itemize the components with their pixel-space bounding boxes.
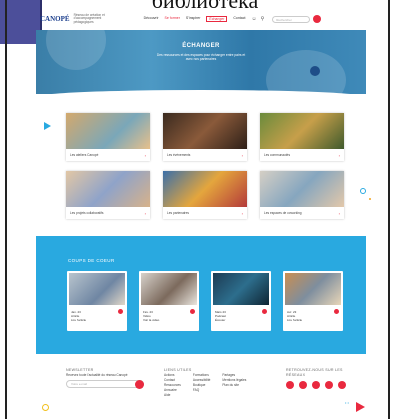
card-image (141, 273, 197, 305)
category-card[interactable]: Les partenaires › (163, 171, 247, 219)
card-label: Les partenaires (167, 211, 189, 215)
dots-decoration: • • (345, 400, 349, 405)
category-card[interactable]: Les ateliers Canopé › (66, 113, 150, 161)
card-label: Les projets collaboratifs (70, 211, 104, 215)
card-label: Les espaces de coworking (264, 211, 302, 215)
card-label: Les événements (167, 153, 191, 157)
dot-decoration (369, 198, 371, 200)
nav-item-decouvrir[interactable]: Découvrir (144, 16, 159, 22)
instagram-icon[interactable] (325, 381, 333, 389)
footer-link[interactable]: Plan du site (222, 383, 246, 388)
nav-item-contact[interactable]: Contact (233, 16, 245, 22)
twitter-icon[interactable] (299, 381, 307, 389)
footer-link[interactable]: Aide (164, 393, 181, 398)
newsletter-text: Recevez toute l'actualité du réseau Cano… (66, 373, 128, 377)
section-title: COUPS DE COEUR (68, 258, 115, 263)
youtube-icon[interactable] (312, 381, 320, 389)
card-image (66, 113, 150, 149)
card-image (66, 171, 150, 207)
nav-item-echanger[interactable]: Échanger (206, 16, 228, 22)
category-grid: Les ateliers Canopé › Les événements › Les… (66, 113, 348, 219)
links-block: LIENS UTILES Actions Contact Ressources … (164, 368, 246, 398)
card-image (213, 273, 269, 305)
featured-card[interactable]: Avr. 23 Article Lire l'article (283, 271, 343, 331)
newsletter-submit-button[interactable] (135, 380, 144, 389)
arrow-right-icon: › (241, 152, 243, 158)
category-card[interactable]: Les événements › (163, 113, 247, 161)
ring-decoration (360, 188, 366, 194)
user-icon[interactable]: ☺ (251, 16, 256, 22)
site-header: CANOPÉ Réseau de création et d'accompagn… (36, 10, 366, 28)
category-card[interactable]: Les projets collaboratifs › (66, 171, 150, 219)
category-card[interactable]: Les espaces de coworking › (260, 171, 344, 219)
card-link[interactable]: Écouter (215, 318, 267, 322)
social-title: RETROUVEZ-NOUS SUR LES RÉSEAUX (286, 368, 343, 377)
logo-subtitle: Réseau de création et d'accompagnement p… (73, 12, 105, 24)
newsletter-block: NEWSLETTER Recevez toute l'actualité du … (66, 368, 152, 389)
linkedin-icon[interactable] (338, 381, 346, 389)
hero-subtitle: Des ressources et des espaces pour échan… (156, 53, 246, 61)
card-image (285, 273, 341, 305)
featured-card[interactable]: Mars 23 Podcast Écouter (211, 271, 271, 331)
play-icon (44, 122, 51, 130)
facebook-icon[interactable] (286, 381, 294, 389)
card-image (260, 113, 344, 149)
play-icon (356, 402, 365, 412)
hero-wave (36, 90, 366, 97)
page: библиотека CANOPÉ Réseau de création et … (0, 0, 395, 419)
featured-card[interactable]: Fév. 23 Vidéo Voir la vidéo (139, 271, 199, 331)
card-image (69, 273, 125, 305)
card-image (260, 171, 344, 207)
badge-icon (190, 309, 195, 314)
right-border (388, 0, 390, 419)
coups-de-coeur-section: COUPS DE COEUR Jan. 23 Article Lire l'arti… (36, 236, 366, 354)
arrow-right-icon: › (144, 152, 146, 158)
nav-item-sinspirer[interactable]: S'inspirer (186, 16, 200, 22)
badge-icon (262, 309, 267, 314)
arrow-right-icon: › (144, 210, 146, 216)
badge-icon (118, 309, 123, 314)
site-logo[interactable]: CANOPÉ (40, 15, 70, 23)
card-image (163, 113, 247, 149)
hero-photo-shape (266, 50, 346, 94)
badge-icon (334, 309, 339, 314)
arrow-right-icon: › (338, 152, 340, 158)
hero-title: ÉCHANGER (182, 43, 220, 49)
hero-banner: ÉCHANGER Des ressources et des espaces p… (36, 30, 366, 94)
card-link[interactable]: Lire l'article (71, 318, 123, 322)
left-border (5, 0, 7, 419)
site-footer: NEWSLETTER Recevez toute l'actualité du … (36, 362, 366, 414)
featured-card[interactable]: Jan. 23 Article Lire l'article (67, 271, 127, 331)
newsletter-email-input[interactable]: Votre e-mail (66, 380, 144, 389)
footer-link[interactable]: FAQ (193, 388, 211, 393)
nav-item-se-former[interactable]: Se former (165, 16, 180, 22)
category-card[interactable]: Les communautés › (260, 113, 344, 161)
card-image (163, 171, 247, 207)
hero-photo-shape (46, 30, 106, 70)
search-button[interactable] (313, 15, 322, 23)
card-link[interactable]: Voir la vidéo (143, 318, 195, 322)
newsletter-placeholder: Votre e-mail (71, 382, 88, 386)
social-block: RETROUVEZ-NOUS SUR LES RÉSEAUX (286, 368, 360, 389)
hero-circle-decoration (310, 66, 320, 76)
card-link[interactable]: Lire l'article (287, 318, 339, 322)
search-input[interactable]: Rechercher (272, 15, 311, 23)
card-label: Les communautés (264, 153, 291, 157)
main-nav: Découvrir Se former S'inspirer Échanger … (144, 16, 245, 22)
card-label: Les ateliers Canopé (70, 153, 99, 157)
cart-icon[interactable]: ⚲ (261, 16, 265, 22)
ring-decoration (42, 404, 49, 411)
arrow-right-icon: › (241, 210, 243, 216)
arrow-right-icon: › (338, 210, 340, 216)
